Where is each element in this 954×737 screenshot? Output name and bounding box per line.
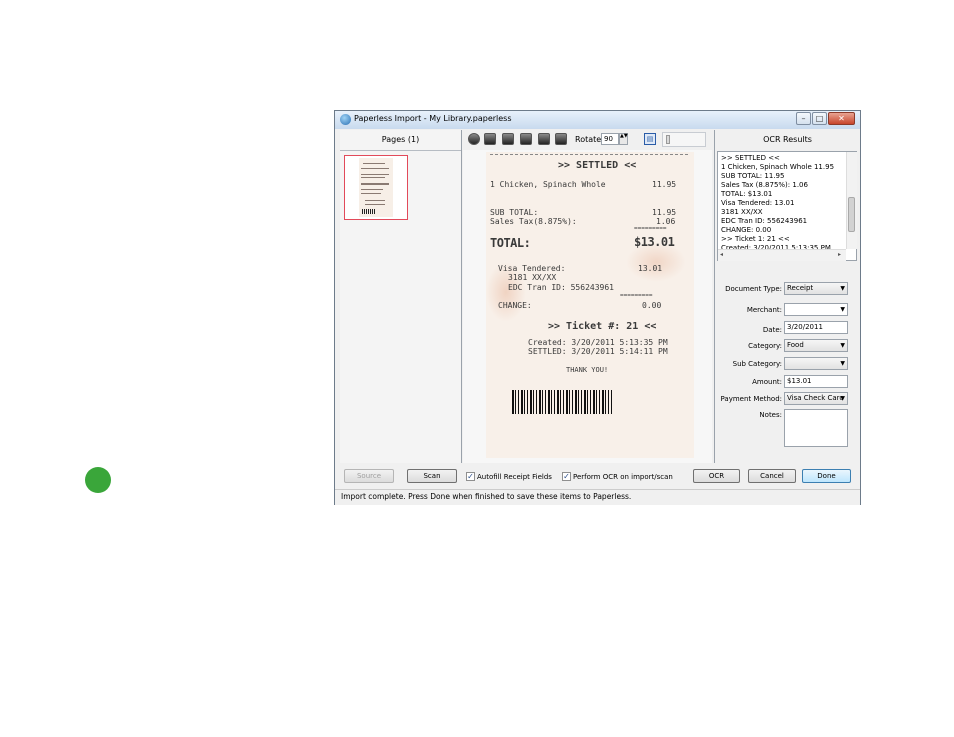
scroll-left-icon[interactable]: ◂: [720, 250, 723, 260]
thumbnail-receipt-image: [359, 158, 393, 217]
notes-textarea[interactable]: [784, 409, 848, 447]
ocr-results-text[interactable]: >> SETTLED << 1 Chicken, Spinach Whole 1…: [721, 154, 845, 259]
receipt-equals-2: =========: [620, 292, 653, 299]
amount-field[interactable]: $13.01: [784, 375, 848, 388]
window-title: Paperless Import - My Library.paperless: [354, 114, 512, 123]
page-view-icon[interactable]: ▤: [644, 133, 656, 145]
receipt-total-value: $13.01: [634, 235, 675, 249]
receipt-subtotal-label: SUB TOTAL:: [490, 208, 539, 217]
category-select[interactable]: Food: [784, 339, 848, 352]
autofill-label: Autofill Receipt Fields: [477, 473, 552, 481]
document-type-select[interactable]: Receipt: [784, 282, 848, 295]
ocr-horizontal-scrollbar[interactable]: ◂ ▸: [718, 249, 846, 261]
rotate-right-icon[interactable]: [555, 133, 567, 145]
minus-box-icon[interactable]: [502, 133, 514, 145]
maximize-button[interactable]: □: [812, 112, 827, 125]
ocr-scrollbar-thumb[interactable]: [848, 197, 855, 232]
sub-category-label: Sub Category:: [732, 360, 782, 368]
receipt-settled: >> SETTLED <<: [558, 160, 637, 171]
close-button[interactable]: ✕: [828, 112, 855, 125]
rotate-label: Rotate:: [575, 135, 604, 144]
details-panel: OCR Results >> SETTLED << 1 Chicken, Spi…: [714, 130, 860, 463]
status-text: Import complete. Press Done when finishe…: [341, 492, 632, 501]
receipt-subtotal-value: 11.95: [652, 208, 677, 217]
sub-category-select[interactable]: [784, 357, 848, 370]
receipt-image: >> SETTLED << 1 Chicken, Spinach Whole 1…: [486, 152, 694, 458]
receipt-equals: =========: [634, 225, 667, 232]
scroll-right-icon[interactable]: ▸: [838, 250, 841, 260]
ocr-on-import-label: Perform OCR on import/scan: [573, 473, 673, 481]
receipt-tax-label: Sales Tax(8.875%):: [490, 217, 577, 226]
rotate-left-icon[interactable]: [538, 133, 550, 145]
receipt-visa-label: Visa Tendered:: [498, 264, 566, 273]
status-bar: Import complete. Press Done when finishe…: [335, 489, 860, 505]
receipt-divider: [490, 154, 688, 155]
receipt-ticket: >> Ticket #: 21 <<: [548, 321, 657, 332]
amount-label: Amount:: [752, 378, 782, 386]
payment-method-label: Payment Method:: [720, 395, 782, 403]
ocr-button[interactable]: OCR: [693, 469, 740, 483]
title-bar[interactable]: Paperless Import - My Library.paperless …: [335, 111, 860, 129]
merchant-combo[interactable]: [784, 303, 848, 316]
ocr-on-import-checkbox[interactable]: ✓: [562, 472, 571, 481]
rotate-input[interactable]: 90: [601, 133, 619, 145]
plus-box-icon[interactable]: [520, 133, 532, 145]
cancel-button[interactable]: Cancel: [748, 469, 796, 483]
receipt-change-value: 0.00: [642, 301, 662, 310]
green-marker-left: [85, 467, 111, 493]
paperless-app-icon: [340, 114, 351, 125]
receipt-edc: EDC Tran ID: 556243961: [508, 283, 614, 292]
pages-panel: Pages (1): [340, 130, 462, 463]
category-label: Category:: [748, 342, 782, 350]
source-button[interactable]: Source: [344, 469, 394, 483]
payment-method-select[interactable]: Visa Check Carc: [784, 392, 848, 405]
receipt-visa-value: 13.01: [638, 264, 663, 273]
image-toolbar: Rotate: 90 ▲▼ ▤: [464, 131, 712, 150]
pages-header: Pages (1): [340, 130, 461, 151]
page-thumbnail[interactable]: [344, 155, 408, 220]
receipt-item: 1 Chicken, Spinach Whole: [490, 180, 606, 189]
receipt-settled-time: SETTLED: 3/20/2011 5:14:11 PM: [528, 347, 668, 356]
receipt-total-label: TOTAL:: [490, 236, 531, 250]
receipt-thanks: THANK YOU!: [566, 366, 609, 374]
autofill-checkbox[interactable]: ✓: [466, 472, 475, 481]
receipt-barcode: [512, 390, 612, 414]
document-type-label: Document Type:: [725, 285, 782, 293]
circle-icon[interactable]: [468, 133, 480, 145]
rotate-spinner[interactable]: ▲▼: [619, 133, 628, 145]
date-field[interactable]: 3/20/2011: [784, 321, 848, 334]
minimize-button[interactable]: –: [796, 112, 811, 125]
receipt-image-viewer[interactable]: >> SETTLED << 1 Chicken, Spinach Whole 1…: [463, 150, 712, 463]
ocr-results-textbox[interactable]: >> SETTLED << 1 Chicken, Spinach Whole 1…: [717, 151, 857, 261]
paperless-import-window: Paperless Import - My Library.paperless …: [334, 110, 861, 505]
receipt-created: Created: 3/20/2011 5:13:35 PM: [528, 338, 668, 347]
date-label: Date:: [762, 326, 782, 334]
crop-icon[interactable]: [484, 133, 496, 145]
receipt-item-price: 11.95: [652, 180, 677, 189]
ocr-vertical-scrollbar[interactable]: [846, 152, 857, 249]
scan-button[interactable]: Scan: [407, 469, 457, 483]
notes-label: Notes:: [759, 411, 782, 419]
done-button[interactable]: Done: [802, 469, 851, 483]
zoom-slider-thumb[interactable]: [666, 135, 670, 144]
ocr-results-header: OCR Results: [763, 135, 812, 144]
merchant-label: Merchant:: [746, 306, 782, 314]
receipt-card: 3181 XX/XX: [508, 273, 557, 282]
receipt-change-label: CHANGE:: [498, 301, 532, 310]
zoom-slider[interactable]: [662, 132, 706, 147]
